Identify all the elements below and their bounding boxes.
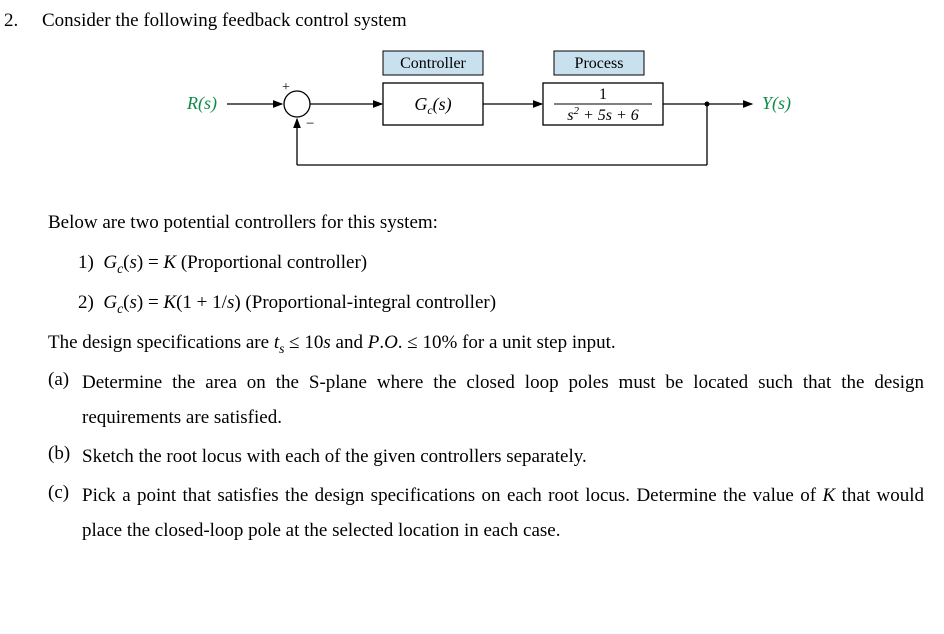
part-b-text: Sketch the root locus with each of the g…: [82, 439, 924, 474]
ctrl2-desc: (Proportional-integral controller): [245, 292, 496, 313]
minus-sign: −: [306, 116, 314, 132]
ctrl1-desc: (Proportional controller): [181, 252, 367, 273]
part-b-label: (b): [48, 439, 74, 474]
part-a: (a) Determine the area on the S-plane wh…: [48, 365, 924, 435]
block-diagram: R(s) + − Controller Gc(s) Process 1 s2 +…: [0, 47, 924, 187]
part-c: (c) Pick a point that satisfies the desi…: [48, 478, 924, 548]
pickoff-node: [705, 102, 710, 107]
spec-suffix: for a unit step input.: [462, 332, 616, 353]
process-denom: s2 + 5s + 6: [567, 105, 639, 124]
ctrl1-num: 1): [78, 252, 94, 273]
controller-1-line: 1) Gc(s) = K (Proportional controller): [78, 245, 924, 281]
output-label-text: Y(s): [762, 93, 791, 114]
plus-sign: +: [282, 80, 290, 95]
input-label-text: R(s): [186, 93, 217, 114]
part-a-label: (a): [48, 365, 74, 435]
question-number: 2.: [4, 6, 28, 35]
part-c-text: Pick a point that satisfies the design s…: [82, 478, 924, 548]
controller-title: Controller: [400, 55, 466, 72]
intro-text: Consider the following feedback control …: [42, 6, 407, 35]
spec-prefix: The design specifications are: [48, 332, 269, 353]
spec-and: and: [336, 332, 363, 353]
part-c-label: (c): [48, 478, 74, 548]
controller-tf: Gc(s): [414, 94, 451, 117]
spec-line: The design specifications are ts ≤ 10s a…: [48, 325, 924, 361]
part-a-text: Determine the area on the S-plane where …: [82, 365, 924, 435]
part-b: (b) Sketch the root locus with each of t…: [48, 439, 924, 474]
controller-2-line: 2) Gc(s) = K(1 + 1/s) (Proportional-inte…: [78, 285, 924, 321]
diagram-svg: R(s) + − Controller Gc(s) Process 1 s2 +…: [122, 47, 802, 187]
part-c-K: K: [823, 485, 836, 506]
ctrl2-num: 2): [78, 292, 94, 313]
process-title: Process: [575, 55, 624, 72]
process-numer: 1: [599, 86, 607, 103]
controllers-intro: Below are two potential controllers for …: [48, 205, 924, 240]
